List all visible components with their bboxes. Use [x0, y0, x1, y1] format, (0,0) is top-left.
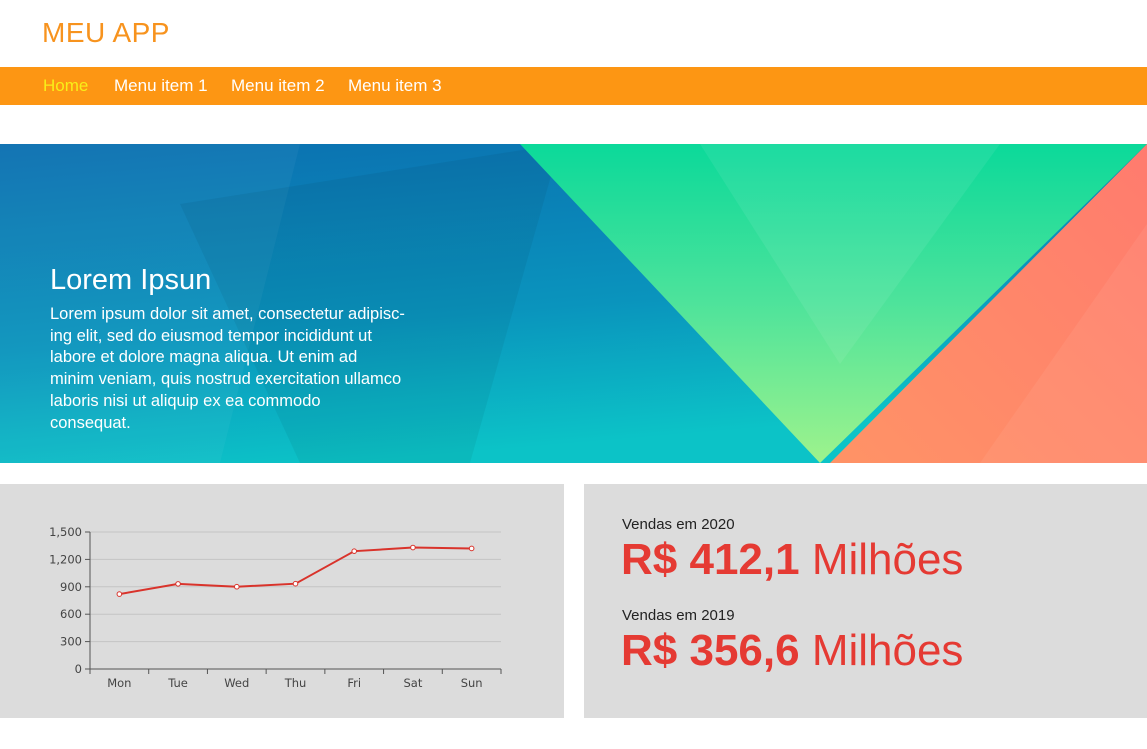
data-point[interactable]	[233, 583, 240, 590]
y-tick-label: 0	[75, 662, 82, 676]
sales-2020-label: Vendas em 2020	[622, 516, 735, 533]
sales-panel: Vendas em 2020 R$ 412,1 Milhões Vendas e…	[584, 484, 1147, 718]
sales-2019-unit: Milhões	[811, 626, 964, 675]
y-tick-label: 1,500	[49, 525, 82, 539]
app-header: MEU APP	[0, 0, 1147, 67]
hero-title: Lorem Ipsun	[50, 264, 212, 296]
data-point[interactable]	[410, 544, 416, 551]
y-tick-label: 300	[60, 635, 82, 649]
x-tick-label: Tue	[167, 676, 188, 690]
y-tick-label: 600	[60, 607, 82, 621]
data-point[interactable]	[468, 545, 475, 552]
x-tick-label: Wed	[224, 676, 249, 690]
x-tick-label: Sat	[403, 676, 422, 690]
nav-item-menu-1[interactable]: Menu item 1	[114, 76, 208, 96]
line-chart: 0 300 600 900 1,200 1,500 Mon Tue Wed Thu Fri Sat Su…	[49, 525, 502, 690]
sales-2019-amount: R$ 356,6	[621, 626, 800, 675]
data-point[interactable]	[351, 548, 358, 554]
sales-2019-label: Vendas em 2019	[622, 607, 735, 624]
x-tick-label: Fri	[347, 676, 361, 690]
sales-2019-value: R$ 356,6 Milhões	[621, 626, 963, 676]
chart-panel: 0 300 600 900 1,200 1,500 Mon Tue Wed Thu Fri Sat Su…	[0, 484, 564, 718]
y-tick-label: 1,200	[49, 552, 82, 566]
x-tick-label: Sun	[461, 676, 483, 690]
y-tick-label: 900	[60, 580, 82, 594]
data-point[interactable]	[116, 591, 123, 597]
data-point[interactable]	[175, 581, 181, 587]
nav-item-home[interactable]: Home	[43, 76, 88, 96]
nav-item-menu-2[interactable]: Menu item 2	[231, 76, 325, 96]
x-tick-label: Mon	[107, 676, 131, 690]
sales-2020-amount: R$ 412,1	[621, 535, 800, 584]
hero-text: Lorem ipsum dolor sit amet, consectetur …	[50, 305, 405, 432]
nav-item-menu-3[interactable]: Menu item 3	[348, 76, 442, 96]
data-point[interactable]	[292, 580, 299, 587]
x-tick-label: Thu	[284, 676, 307, 690]
app-title[interactable]: MEU APP	[42, 17, 170, 49]
sales-2020-value: R$ 412,1 Milhões	[621, 535, 963, 585]
sales-2020-unit: Milhões	[811, 535, 964, 584]
hero-banner: Lorem Ipsun Lorem ipsum dolor sit amet, …	[0, 144, 1147, 463]
nav-bar: Home Menu item 1 Menu item 2 Menu item 3	[0, 67, 1147, 105]
